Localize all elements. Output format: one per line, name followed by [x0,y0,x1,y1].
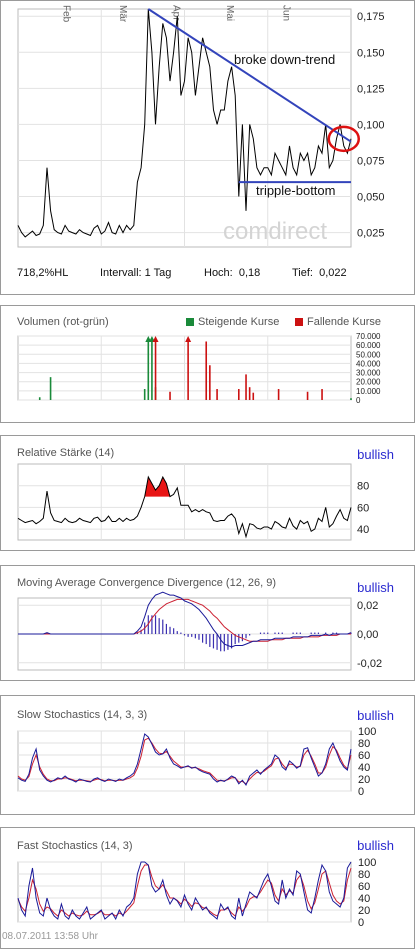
volume-down-bar [277,389,280,400]
rsi-title: Relative Stärke (14) [17,447,115,459]
macd-signal: bullish [357,580,394,595]
slow-stoch-title: Slow Stochastics (14, 3, 3) [17,709,148,721]
x-axis-month-label: Apr [171,5,182,21]
y-tick-label: 0,02 [357,600,378,612]
y-tick-label: 40 [357,524,369,536]
timestamp: 08.07.2011 13:58 Uhr [2,931,99,942]
volume-up-bar [151,337,153,400]
y-tick-label: 0,175 [357,11,385,23]
volume-down-bar [252,392,255,400]
y-tick-label: 40 [358,762,370,774]
volume-down-bar [306,391,309,400]
volume-down-bar [205,341,208,400]
y-tick-label: 0 [356,396,361,405]
trend-annotation: broke down-trend [234,52,335,67]
y-tick-label: 80 [357,481,369,493]
x-axis-month-label: Mai [224,5,235,21]
legend-up-swatch [186,318,194,327]
y-tick-label: 60 [357,502,369,514]
volume-down-bar [321,389,323,400]
volume-up-bar [147,339,150,400]
volume-down-bar [209,365,211,400]
y-tick-label: 0 [358,917,364,929]
volume-down-bar [154,339,157,400]
volume-down-bar [216,389,218,400]
y-tick-label: 20.000 [356,378,381,387]
volume-down-bar [248,387,251,400]
y-tick-label: 40.000 [356,359,381,368]
volume-down-bar [169,391,171,400]
y-tick-label: 80 [358,738,370,750]
y-tick-label: 0,125 [357,83,385,95]
rsi-panel: 80 60 40 Relative Stärke (14) bullish [0,435,415,551]
bottom-annotation: tripple-bottom [256,183,335,198]
price-chart: Feb Mär Apr Mai Jun comdirect broke down-trend… [17,5,385,248]
y-tick-label: 0,075 [357,155,385,167]
y-tick-label: 50.000 [356,350,381,359]
slow-stoch-panel: 100 80 60 40 20 0 Slow Stochastics (14, 3, 3)… [0,695,415,815]
y-tick-label: 10.000 [356,387,381,396]
y-tick-label: 70.000 [356,332,381,341]
volume-peak-arrow [185,336,192,342]
y-tick-label: 0,00 [357,629,378,641]
volume-peak-arrow [152,336,159,342]
legend-up: Steigende Kurse [186,316,279,328]
price-panel: Feb Mär Apr Mai Jun comdirect broke down-trend… [0,0,415,295]
downtrend-line [147,8,352,143]
high-stat: Hoch: 0,18 [204,267,261,279]
legend-down: Fallende Kurse [295,316,381,328]
x-axis-month-label: Feb [61,5,72,23]
y-tick-label: 0,150 [357,47,385,59]
x-axis-month-label: Mär [117,5,128,23]
y-tick-label: 80 [358,869,370,881]
legend-down-label: Fallende Kurse [307,316,381,328]
rsi-signal: bullish [357,447,394,462]
y-tick-label: 100 [358,857,376,869]
y-tick-label: 0,100 [357,119,385,131]
volume-down-bar [187,341,189,400]
fast-stoch-signal: bullish [357,838,394,853]
volume-title: Volumen (rot-grün) [17,316,109,328]
volume-up-bar [350,398,352,400]
fast-stoch-title: Fast Stochastics (14, 3) [17,840,133,852]
y-tick-label: 100 [358,726,376,738]
volume-up-bar [38,397,41,400]
watermark: comdirect [223,218,327,245]
volume-up-bar [49,377,52,400]
breakout-circle [327,125,361,153]
y-tick-label: 20 [358,774,370,786]
y-tick-label: 60 [358,881,370,893]
perf-stat: 718,2%HL [17,267,69,279]
y-tick-label: 0,025 [357,228,385,240]
volume-up-bar [143,389,146,400]
volume-down-bar [237,389,240,400]
macd-title: Moving Average Convergence Divergence (1… [17,577,277,589]
interval-stat: Intervall: 1 Tag [100,267,172,279]
low-stat: Tief: 0,022 [292,267,347,279]
y-tick-label: 60 [358,750,370,762]
y-tick-label: 40 [358,893,370,905]
y-tick-label: 30.000 [356,369,381,378]
y-tick-label: 20 [358,905,370,917]
y-tick-label: 0,050 [357,192,385,204]
y-tick-label: 60.000 [356,341,381,350]
y-tick-label: 0 [358,786,364,798]
macd-panel: 0,02 0,00 -0,02 Moving Average Convergence… [0,565,415,681]
legend-up-label: Steigende Kurse [198,316,280,328]
volume-down-bar [245,374,247,400]
y-tick-label: -0,02 [357,658,382,670]
volume-panel: 70.000 60.000 50.000 40.000 30.000 20.000 10.0… [0,305,415,423]
slow-stoch-signal: bullish [357,708,394,723]
legend-down-swatch [295,318,303,327]
x-axis-month-label: Jun [280,5,291,21]
